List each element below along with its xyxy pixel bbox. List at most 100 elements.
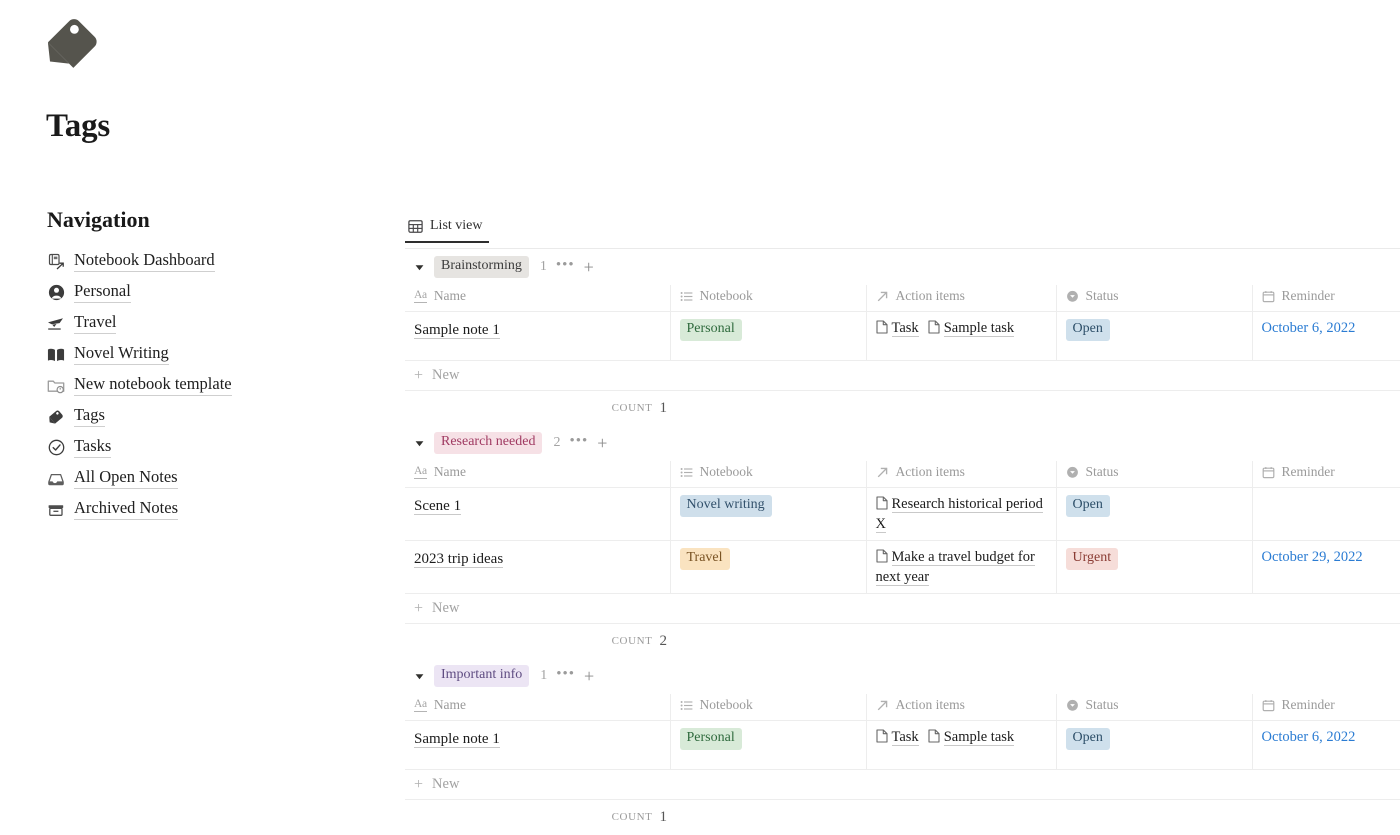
action-item-link[interactable]: Make a travel budget for next year <box>875 549 1035 586</box>
action-item-link[interactable]: Task <box>875 729 919 746</box>
column-header-status[interactable]: Status <box>1056 694 1253 721</box>
cell-action-items[interactable]: Task Sample task <box>866 720 1057 770</box>
group-count-row[interactable]: COUNT 2 <box>405 624 667 658</box>
column-header-reminder[interactable]: Reminder <box>1252 694 1400 721</box>
ellipsis-icon[interactable]: ••• <box>569 433 588 450</box>
column-header-name[interactable]: Aa Name <box>405 461 671 488</box>
caret-down-icon[interactable] <box>414 438 425 449</box>
plus-icon[interactable]: + <box>597 434 607 452</box>
sidebar-item-new-notebook-template[interactable]: New notebook template <box>47 370 377 401</box>
column-header-name[interactable]: Aa Name <box>405 285 671 312</box>
action-item-link[interactable]: Research historical period X <box>875 496 1043 533</box>
cell-status[interactable]: Open <box>1056 720 1253 770</box>
sidebar-item-tags[interactable]: Tags <box>47 401 377 432</box>
column-header-action-items[interactable]: Action items <box>866 285 1057 312</box>
column-header-status[interactable]: Status <box>1056 461 1253 488</box>
column-header-notebook[interactable]: Notebook <box>670 461 867 488</box>
reminder-date-link[interactable]: October 29, 2022 <box>1262 549 1363 565</box>
new-row-button[interactable]: + New <box>405 594 1400 624</box>
cell-status[interactable]: Open <box>1056 487 1253 541</box>
cell-name[interactable]: 2023 trip ideas <box>405 540 671 594</box>
cell-action-items[interactable]: Make a travel budget for next year <box>866 540 1057 594</box>
column-header-action-items[interactable]: Action items <box>866 694 1057 721</box>
sidebar-item-personal[interactable]: Personal <box>47 277 377 308</box>
caret-down-icon[interactable] <box>414 671 425 682</box>
cell-notebook[interactable]: Personal <box>670 311 867 361</box>
plus-icon[interactable]: + <box>584 667 594 685</box>
group-name-pill[interactable]: Brainstorming <box>434 256 529 278</box>
table-header-row: Aa Name Notebook Action items Status Rem… <box>405 694 1400 721</box>
column-header-reminder[interactable]: Reminder <box>1252 285 1400 312</box>
action-item-link[interactable]: Task <box>875 320 919 337</box>
cell-name[interactable]: Scene 1 <box>405 487 671 541</box>
cell-reminder[interactable]: October 6, 2022 <box>1252 720 1400 770</box>
cell-status[interactable]: Open <box>1056 311 1253 361</box>
action-item-label: Sample task <box>943 320 1015 337</box>
cell-reminder[interactable]: October 6, 2022 <box>1252 311 1400 361</box>
column-header-notebook[interactable]: Notebook <box>670 694 867 721</box>
calendar-icon <box>1262 290 1275 303</box>
sidebar-item-notebook-dashboard[interactable]: Notebook Dashboard <box>47 246 377 277</box>
group-name-pill[interactable]: Important info <box>434 665 530 687</box>
cell-action-items[interactable]: Task Sample task <box>866 311 1057 361</box>
action-item-link[interactable]: Sample task <box>928 320 1015 337</box>
column-header-reminder[interactable]: Reminder <box>1252 461 1400 488</box>
status-badge[interactable]: Open <box>1065 495 1110 517</box>
sidebar-item-all-open-notes[interactable]: All Open Notes <box>47 463 377 494</box>
sidebar-item-travel[interactable]: Travel <box>47 308 377 339</box>
row-title-link[interactable]: 2023 trip ideas <box>414 551 504 568</box>
tab-list-view[interactable]: List view <box>405 218 489 243</box>
notebook-pill[interactable]: Novel writing <box>679 495 772 517</box>
status-badge[interactable]: Open <box>1065 728 1110 750</box>
plus-icon[interactable]: + <box>584 258 594 276</box>
column-header-notebook[interactable]: Notebook <box>670 285 867 312</box>
cell-notebook[interactable]: Personal <box>670 720 867 770</box>
cell-name[interactable]: Sample note 1 <box>405 720 671 770</box>
sidebar-item-novel-writing[interactable]: Novel Writing <box>47 339 377 370</box>
status-badge[interactable]: Open <box>1065 319 1110 341</box>
group-name-pill[interactable]: Research needed <box>434 432 543 454</box>
action-item-link[interactable]: Sample task <box>928 729 1015 746</box>
column-label: Action items <box>895 464 965 479</box>
cell-reminder[interactable] <box>1252 487 1400 541</box>
cell-name[interactable]: Sample note 1 <box>405 311 671 361</box>
column-label: Reminder <box>1281 464 1335 479</box>
sidebar-item-archived-notes[interactable]: Archived Notes <box>47 494 377 525</box>
new-row-button[interactable]: + New <box>405 361 1400 391</box>
notebook-pill[interactable]: Personal <box>679 728 742 750</box>
cell-status[interactable]: Urgent <box>1056 540 1253 594</box>
notebook-pill[interactable]: Personal <box>679 319 742 341</box>
sidebar-item-tasks[interactable]: Tasks <box>47 432 377 463</box>
page-document-icon <box>875 549 888 568</box>
table-row[interactable]: Sample note 1 Personal Task Sample task Open… <box>405 720 1400 770</box>
arrow-up-right-icon <box>876 290 889 303</box>
column-label: Reminder <box>1281 288 1335 303</box>
group-header: Brainstorming 1 ••• + <box>405 249 1400 285</box>
column-header-name[interactable]: Aa Name <box>405 694 671 721</box>
row-title-link[interactable]: Sample note 1 <box>414 322 500 339</box>
reminder-date-link[interactable]: October 6, 2022 <box>1262 729 1356 745</box>
caret-down-icon[interactable] <box>414 262 425 273</box>
column-header-action-items[interactable]: Action items <box>866 461 1057 488</box>
table-row[interactable]: Sample note 1 Personal Task Sample task Open… <box>405 311 1400 361</box>
ellipsis-icon[interactable]: ••• <box>556 666 575 683</box>
group-table: Aa Name Notebook Action items Status Rem… <box>405 694 1400 770</box>
group-count-row[interactable]: COUNT 1 <box>405 391 667 425</box>
table-row[interactable]: 2023 trip ideas Travel Make a travel budge… <box>405 540 1400 594</box>
table-row[interactable]: Scene 1 Novel writing Research historical … <box>405 487 1400 541</box>
column-header-status[interactable]: Status <box>1056 285 1253 312</box>
new-row-label: New <box>432 776 460 792</box>
status-badge[interactable]: Urgent <box>1065 548 1119 570</box>
cell-notebook[interactable]: Novel writing <box>670 487 867 541</box>
row-title-link[interactable]: Sample note 1 <box>414 731 500 748</box>
reminder-date-link[interactable]: October 6, 2022 <box>1262 320 1356 336</box>
new-row-button[interactable]: + New <box>405 770 1400 800</box>
column-label: Action items <box>895 697 965 712</box>
row-title-link[interactable]: Scene 1 <box>414 498 462 515</box>
cell-reminder[interactable]: October 29, 2022 <box>1252 540 1400 594</box>
notebook-pill[interactable]: Travel <box>679 548 730 570</box>
ellipsis-icon[interactable]: ••• <box>556 257 575 274</box>
cell-notebook[interactable]: Travel <box>670 540 867 594</box>
group-count-row[interactable]: COUNT 1 <box>405 800 667 834</box>
cell-action-items[interactable]: Research historical period X <box>866 487 1057 541</box>
